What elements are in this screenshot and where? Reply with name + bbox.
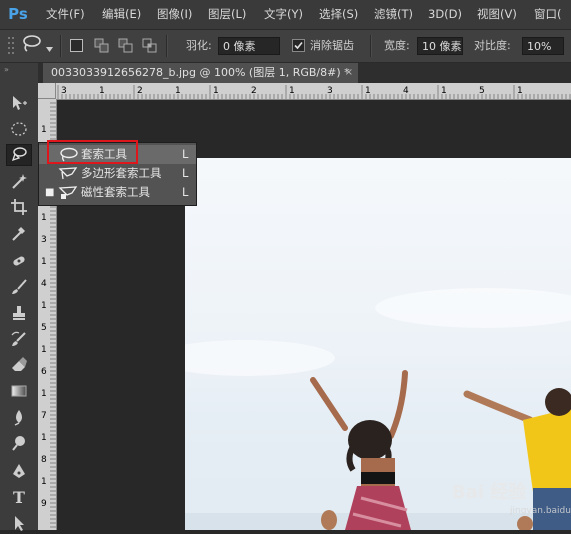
lasso-icon[interactable]: [6, 144, 32, 166]
ruler-label: 2: [251, 86, 257, 96]
ruler-label: 1: [213, 86, 219, 96]
ruler-label: 1: [441, 86, 447, 96]
document-tab[interactable]: 0033033912656278_b.jpg @ 100% (图层 1, RGB…: [43, 63, 358, 83]
healing-icon[interactable]: [6, 250, 32, 272]
intersect-selection-button[interactable]: [142, 38, 158, 53]
ruler-label: 3: [327, 86, 333, 96]
ruler-label: 6: [41, 367, 47, 377]
ruler-label: 3: [41, 235, 47, 245]
current-tool-bullet: ■: [45, 187, 55, 198]
close-icon[interactable]: ×: [345, 63, 353, 83]
ruler-label: 1: [517, 86, 523, 96]
eraser-icon[interactable]: [6, 354, 32, 376]
document-image[interactable]: [185, 158, 571, 530]
polygon-lasso-icon: [58, 166, 78, 181]
ruler-label: 9: [41, 499, 47, 509]
flyout-item-magnetic-lasso[interactable]: ■ 磁性套索工具 L: [39, 183, 196, 202]
separator: [370, 35, 372, 57]
ruler-origin[interactable]: [38, 83, 56, 99]
contrast-label: 对比度:: [474, 39, 511, 52]
horizontal-ruler: 3 1 2 1 1 2 1 3 1 4 1 5 1: [38, 83, 571, 100]
checkmark-icon: [294, 41, 303, 50]
menu-image[interactable]: 图像(I): [157, 0, 192, 29]
magnetic-lasso-icon: [58, 185, 78, 200]
history-brush-icon[interactable]: [6, 328, 32, 350]
move-icon[interactable]: [6, 92, 32, 114]
menu-select[interactable]: 选择(S): [319, 0, 358, 29]
antialias-label: 消除锯齿: [310, 39, 354, 52]
menu-file[interactable]: 文件(F): [46, 0, 85, 29]
flyout-shortcut: L: [182, 166, 189, 180]
ruler-label: 7: [41, 411, 47, 421]
type-icon[interactable]: T: [6, 486, 32, 508]
highlight-box: [47, 140, 138, 164]
menu-edit[interactable]: 编辑(E): [102, 0, 141, 29]
chevron-down-icon: [46, 37, 53, 56]
brush-icon[interactable]: [6, 276, 32, 298]
options-bar: 羽化: 0 像素 消除锯齿 宽度: 10 像素 对比度: 10%: [0, 30, 571, 63]
menu-bar: Ps 文件(F) 编辑(E) 图像(I) 图层(L) 文字(Y) 选择(S) 滤…: [0, 0, 571, 30]
feather-label: 羽化:: [186, 39, 212, 52]
menu-view[interactable]: 视图(V): [477, 0, 517, 29]
menu-type[interactable]: 文字(Y): [264, 0, 303, 29]
menu-window[interactable]: 窗口(: [534, 0, 562, 29]
eyedropper-icon[interactable]: [6, 222, 32, 244]
contrast-input[interactable]: 10%: [522, 37, 564, 55]
width-input[interactable]: 10 像素: [417, 37, 463, 55]
watermark-url: jingyan.baidu.com: [510, 506, 571, 516]
ruler-label: 1: [41, 477, 47, 487]
tool-preset-picker[interactable]: [20, 35, 58, 57]
path-select-icon[interactable]: [6, 512, 32, 534]
ruler-label: 1: [41, 257, 47, 267]
flyout-label: 多边形套索工具: [81, 166, 162, 180]
add-selection-button[interactable]: [94, 38, 110, 53]
flyout-shortcut: L: [182, 147, 189, 161]
gradient-icon[interactable]: [6, 380, 32, 402]
ruler-label: 1: [175, 86, 181, 96]
magic-wand-icon[interactable]: [6, 170, 32, 192]
ruler-label: 1: [41, 345, 47, 355]
antialias-checkbox[interactable]: [292, 39, 305, 52]
menu-3d[interactable]: 3D(D): [428, 0, 462, 29]
ruler-label: 1: [289, 86, 295, 96]
ruler-label: 1: [41, 389, 47, 399]
ruler-label: 5: [41, 323, 47, 333]
ruler-label: 1: [41, 433, 47, 443]
ruler-label: 2: [137, 86, 143, 96]
ruler-label: 4: [41, 279, 47, 289]
menu-filter[interactable]: 滤镜(T): [374, 0, 413, 29]
ruler-label: 5: [479, 86, 485, 96]
flyout-label: 磁性套索工具: [81, 185, 150, 199]
new-selection-button[interactable]: [70, 39, 83, 52]
width-label: 宽度:: [384, 39, 410, 52]
flyout-shortcut: L: [182, 185, 189, 199]
stamp-icon[interactable]: [6, 302, 32, 324]
watermark-logo: Bai 经验: [452, 482, 527, 503]
ruler-label: 3: [61, 86, 67, 96]
ruler-label: 1: [365, 86, 371, 96]
ruler-label: 1: [41, 125, 47, 135]
ruler-label: 4: [403, 86, 409, 96]
blur-icon[interactable]: [6, 406, 32, 428]
subtract-selection-button[interactable]: [118, 38, 134, 53]
tools-panel: » T: [0, 63, 39, 531]
ruler-label: 8: [41, 455, 47, 465]
options-grip: [6, 33, 16, 59]
dodge-icon[interactable]: [6, 432, 32, 454]
ruler-label: 1: [99, 86, 105, 96]
photoshop-logo: Ps: [8, 5, 28, 23]
crop-icon[interactable]: [6, 196, 32, 218]
pen-icon[interactable]: [6, 460, 32, 482]
lasso-preset-icon: [20, 34, 42, 58]
menu-layer[interactable]: 图层(L): [208, 0, 246, 29]
marquee-icon[interactable]: [6, 118, 32, 140]
feather-input[interactable]: 0 像素: [218, 37, 280, 55]
separator: [60, 35, 62, 57]
separator: [166, 35, 168, 57]
ruler-label: 1: [41, 213, 47, 223]
document-tab-title: 0033033912656278_b.jpg @ 100% (图层 1, RGB…: [51, 66, 350, 79]
flyout-item-polygon-lasso[interactable]: 多边形套索工具 L: [39, 164, 196, 183]
collapse-arrows-icon[interactable]: »: [4, 65, 9, 74]
ruler-label: 1: [41, 301, 47, 311]
